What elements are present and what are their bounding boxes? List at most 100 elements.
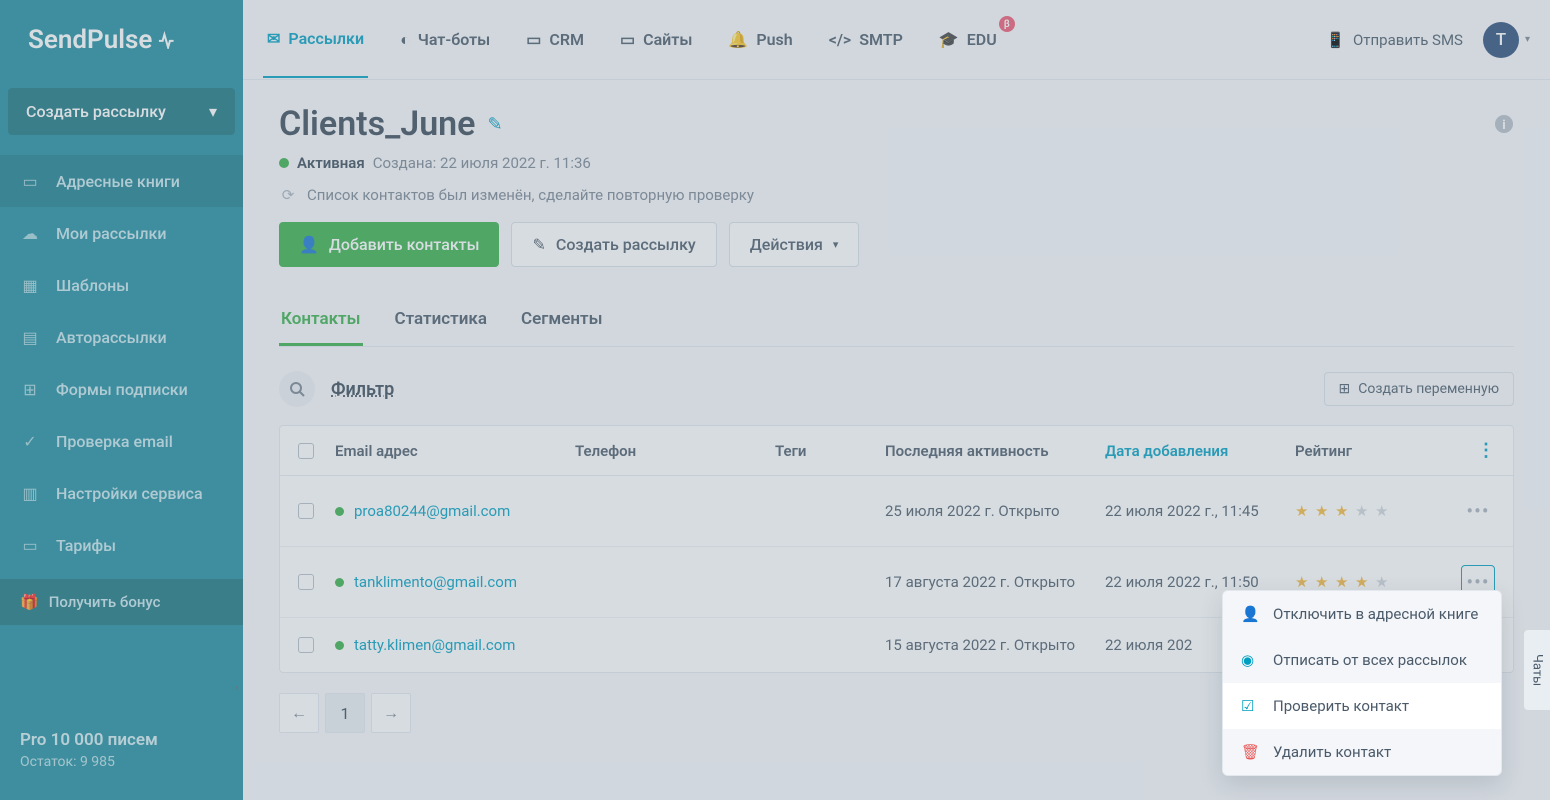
sidebar-item-subscription-forms[interactable]: ⊞Формы подписки [0, 363, 243, 415]
svg-text:i: i [1502, 118, 1505, 133]
tab-segments[interactable]: Сегменты [519, 295, 604, 346]
page-title: Clients_June [279, 104, 475, 144]
bell-icon: 🔔 [728, 30, 748, 49]
status-dot [335, 641, 344, 650]
actions-dropdown-button[interactable]: Действия ▾ [729, 222, 860, 267]
info-icon[interactable]: i [1494, 114, 1514, 134]
topnav-label: Сайты [643, 30, 692, 49]
cloud-icon: ☁ [20, 223, 40, 243]
create-campaign-button-main[interactable]: ✎Создать рассылку [511, 222, 716, 267]
create-campaign-button[interactable]: Создать рассылку ▾ [8, 88, 235, 135]
dropdown-item-unsubscribe[interactable]: ◉Отписать от всех рассылок [1223, 637, 1501, 683]
status-dot [279, 158, 289, 168]
create-campaign-label: Создать рассылку [26, 102, 166, 121]
pager-prev-button[interactable]: ← [279, 693, 319, 733]
topnav-item-sites[interactable]: ▭Сайты [616, 2, 696, 77]
topnav-item-crm[interactable]: ▭CRM [522, 2, 588, 77]
chevron-down-icon: ▾ [209, 102, 217, 121]
edit-title-icon[interactable]: ✎ [487, 114, 502, 135]
tab-contacts[interactable]: Контакты [279, 295, 363, 346]
brand-logo[interactable]: SendPulse [0, 0, 243, 80]
sidebar-item-my-campaigns[interactable]: ☁Мои рассылки [0, 207, 243, 259]
person-icon: 👤 [1241, 605, 1259, 623]
topnav-item-campaigns[interactable]: ✉Рассылки [263, 1, 368, 78]
contact-email-link[interactable]: tatty.klimen@gmail.com [335, 636, 575, 654]
pager-next-button[interactable]: → [371, 693, 411, 733]
search-button[interactable] [279, 371, 315, 407]
sidebar-item-email-verify[interactable]: ✓Проверка email [0, 415, 243, 467]
sidebar-item-pricing[interactable]: ▭Тарифы [0, 519, 243, 571]
sidebar-item-label: Шаблоны [56, 276, 129, 295]
btn-label: Добавить контакты [329, 235, 480, 254]
contact-email-link[interactable]: tanklimento@gmail.com [335, 573, 575, 591]
side-chats-tab[interactable]: Чаты [1524, 630, 1550, 710]
plan-remaining: Остаток: 9 985 [20, 754, 158, 770]
th-activity[interactable]: Последняя активность [885, 442, 1105, 460]
pulse-icon [158, 31, 180, 49]
topnav-label: Чат-боты [418, 30, 491, 49]
sidebar-item-automation[interactable]: ▤Авторассылки [0, 311, 243, 363]
send-sms-button[interactable]: 📱Отправить SMS [1326, 31, 1463, 49]
row-actions-button[interactable]: ••• [1461, 494, 1495, 528]
activity-cell: 17 августа 2022 г. Открыто [885, 573, 1105, 591]
dropdown-label: Проверить контакт [1273, 697, 1409, 715]
create-variable-button[interactable]: ⊞Создать переменную [1324, 372, 1515, 406]
chevron-down-icon[interactable]: ▾ [1525, 34, 1530, 45]
dropdown-item-disable[interactable]: 👤 Отключить в адресной книге [1223, 591, 1501, 637]
tabs: Контакты Статистика Сегменты [279, 295, 1514, 347]
topnav-label: Рассылки [288, 29, 364, 48]
sidebar-item-templates[interactable]: ▦ Шаблоны [0, 259, 243, 311]
user-avatar[interactable]: T [1483, 22, 1519, 58]
sidebar-item-label: Настройки сервиса [56, 484, 203, 503]
th-phone[interactable]: Телефон [575, 442, 775, 460]
sidebar-item-label: Тарифы [56, 536, 116, 555]
status-label: Активная [297, 154, 365, 172]
dropdown-item-delete[interactable]: 🗑Удалить контакт [1223, 729, 1501, 775]
row-checkbox[interactable] [298, 637, 314, 653]
sidebar-item-settings[interactable]: ▥Настройки сервиса [0, 467, 243, 519]
sidebar-item-label: Формы подписки [56, 380, 188, 399]
th-email[interactable]: Email адрес [335, 442, 575, 460]
columns-menu-icon[interactable]: ⋮ [1477, 440, 1495, 461]
activity-cell: 15 августа 2022 г. Открыто [885, 636, 1105, 654]
contact-email-link[interactable]: proa80244@gmail.com [335, 502, 575, 520]
check-icon: ✓ [20, 431, 40, 451]
plan-info: Pro 10 000 писем Остаток: 9 985 [20, 730, 158, 770]
sidebar-nav: ▭Адресные книги ☁Мои рассылки ▦ Шаблоны ▤… [0, 155, 243, 571]
btn-label: Создать рассылку [556, 235, 696, 254]
sidebar-item-address-books[interactable]: ▭Адресные книги [0, 155, 243, 207]
status-dot [335, 507, 344, 516]
topnav-item-edu[interactable]: 🎓EDUβ [935, 2, 1001, 77]
topnav-item-smtp[interactable]: </>SMTP [825, 2, 907, 77]
topnav-item-chatbots[interactable]: ◐Чат-боты [396, 2, 494, 78]
sidebar: SendPulse Создать рассылку ▾ ▭Адресные к… [0, 0, 243, 800]
row-checkbox[interactable] [298, 574, 314, 590]
email-text: proa80244@gmail.com [354, 502, 510, 520]
tab-statistics[interactable]: Статистика [393, 295, 489, 346]
get-bonus-button[interactable]: 🎁 Получить бонус [0, 579, 243, 625]
select-all-checkbox[interactable] [298, 443, 314, 459]
added-cell: 22 июля 2022 г., 11:45 [1105, 502, 1295, 520]
warning-text: Список контактов был изменён, сделайте п… [307, 186, 754, 204]
automation-icon: ▤ [20, 327, 40, 347]
th-rating[interactable]: Рейтинг [1295, 442, 1435, 460]
topnav-item-push[interactable]: 🔔Push [724, 2, 796, 77]
th-tags[interactable]: Теги [775, 442, 885, 460]
chevron-down-icon: ▾ [833, 238, 839, 251]
dropdown-item-verify[interactable]: ☑Проверить контакт [1223, 683, 1501, 729]
created-text: Создана: 22 июля 2022 г. 11:36 [373, 154, 591, 172]
dropdown-label: Отписать от всех рассылок [1273, 651, 1467, 669]
avatar-letter: T [1496, 30, 1506, 50]
pager-page-button[interactable]: 1 [325, 693, 365, 733]
btn-label: Действия [750, 235, 823, 254]
th-added[interactable]: Дата добавления [1105, 442, 1295, 460]
row-checkbox[interactable] [298, 503, 314, 519]
table-header: Email адрес Телефон Теги Последняя актив… [280, 426, 1513, 476]
topnav-label: SMTP [859, 30, 903, 49]
dropdown-label: Отключить в адресной книге [1273, 605, 1478, 623]
filter-link[interactable]: Фильтр [331, 379, 394, 400]
add-contacts-button[interactable]: 👤Добавить контакты [279, 222, 499, 267]
template-icon: ▦ [20, 275, 40, 295]
plan-name: Pro 10 000 писем [20, 730, 158, 750]
topnav-label: EDU [967, 30, 997, 49]
